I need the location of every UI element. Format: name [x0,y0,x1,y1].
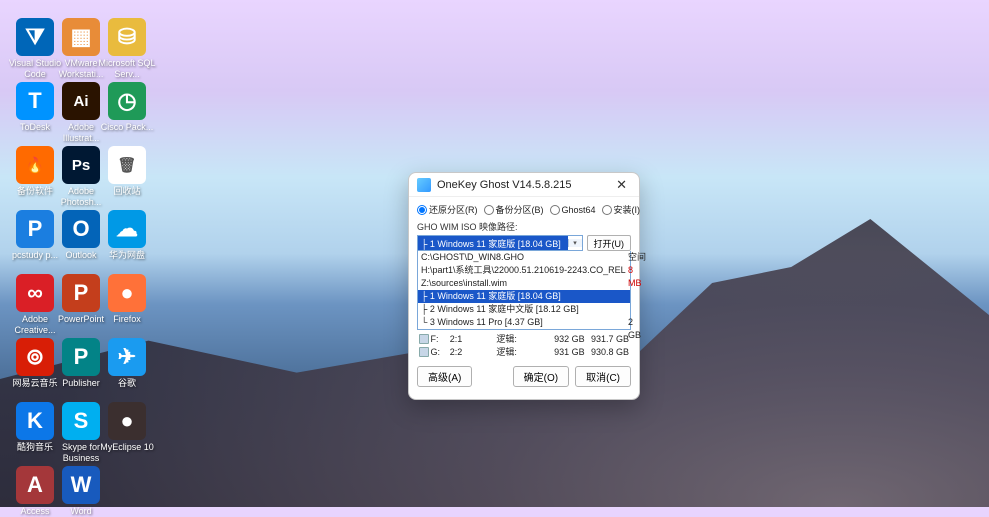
app-icon-glyph: ◷ [108,82,146,120]
app-icon-glyph: ⧩ [16,18,54,56]
desktop-icon-label: Outlook [65,250,96,261]
combobox-selected: ├ 1 Windows 11 家庭版 [18.04 GB] [418,236,568,250]
partition-total: 932 GB [536,334,584,344]
partition-num: 2:2 [450,347,477,357]
cancel-button[interactable]: 取消(C) [575,366,631,387]
app-icon-glyph: ⊚ [16,338,54,376]
app-icon-glyph: T [16,82,54,120]
dialog-titlebar[interactable]: OneKey Ghost V14.5.8.215 ✕ [409,173,639,197]
dropdown-item[interactable]: H:\part1\系统工具\22000.51.210619-2243.CO_RE… [418,264,630,277]
disk-icon [419,347,429,357]
desktop-icon-label: Firefox [113,314,141,325]
app-icon [417,178,431,192]
mode-radio[interactable]: 备份分区(B) [484,203,544,216]
desktop-icon-label: ToDesk [20,122,50,133]
desktop-icon-label: Microsoft SQL Serv... [96,58,158,80]
mode-radio-row: 还原分区(R)备份分区(B)Ghost64安装(I) [417,203,631,216]
radio-label: 安装(I) [614,203,641,216]
desktop-icon[interactable]: ◷ Cisco Pack... [96,82,158,133]
app-icon-glyph: ● [108,402,146,440]
partition-num: 2:1 [450,334,477,344]
open-button[interactable]: 打开(U) [587,235,632,251]
app-icon-glyph: O [62,210,100,248]
ok-button[interactable]: 确定(O) [513,366,569,387]
radio-label: 还原分区(R) [429,203,478,216]
desktop-icon[interactable]: ☁ 华为网盘 [96,210,158,261]
desktop-icon-label: 谷歌 [118,378,136,389]
desktop-icon[interactable]: 🗑 回收站 [96,146,158,197]
app-icon-glyph: Ai [62,82,100,120]
dropdown-item[interactable]: ├ 1 Windows 11 家庭版 [18.04 GB] [418,290,630,303]
app-icon-glyph: W [62,466,100,504]
desktop-icon[interactable]: ⛁Microsoft SQL Serv... [96,18,158,80]
radio-label: Ghost64 [562,205,596,215]
partition-row[interactable]: G:2:2逻辑:931 GB930.8 GB [417,345,631,358]
desktop-icon[interactable]: ✈ 谷歌 [96,338,158,389]
desktop-icon[interactable]: W Word [50,466,112,517]
partition-free: 931.7 GB [585,334,631,344]
app-icon-glyph: P [62,338,100,376]
app-icon-glyph: P [16,210,54,248]
app-icon-glyph: ⛁ [108,18,146,56]
advanced-button[interactable]: 高级(A) [417,366,472,387]
partition-label: 逻辑: [477,345,537,358]
app-icon-glyph: 🗑 [108,146,146,184]
dropdown-item[interactable]: Z:\sources\install.wim [418,277,630,290]
app-icon-glyph: S [62,402,100,440]
chevron-down-icon[interactable]: ▾ [568,239,582,247]
partition-total: 931 GB [536,347,584,357]
desktop-icon[interactable]: ● Firefox [96,274,158,325]
app-icon-glyph: K [16,402,54,440]
partition-letter: F: [430,334,449,344]
app-icon-glyph: ● [108,274,146,312]
app-icon-glyph: P [62,274,100,312]
desktop-icon-label: 备份软件 [17,186,53,197]
desktop-icon-label: 回收站 [113,186,140,197]
app-icon-glyph: ∞ [16,274,54,312]
app-icon-glyph: 🔥 [16,146,54,184]
mode-radio[interactable]: 还原分区(R) [417,203,478,216]
desktop-icon-label: Word [70,506,91,517]
desktop-icon-label: Access [20,506,49,517]
partition-free: 930.8 GB [585,347,631,357]
desktop-icon-label: Publisher [62,378,100,389]
dropdown-item[interactable]: C:\GHOST\D_WIN8.GHO [418,251,630,264]
desktop-icon-label: 华为网盘 [109,250,145,261]
desktop-icon[interactable]: ● MyEclipse 10 [96,402,158,453]
app-icon-glyph: A [16,466,54,504]
app-icon-glyph: ▦ [62,18,100,56]
onekey-ghost-dialog: OneKey Ghost V14.5.8.215 ✕ 还原分区(R) 备份分区(B… [408,172,640,400]
partition-table: F:2:1逻辑:932 GB931.7 GBG:2:2逻辑:931 GB930.… [417,332,631,358]
desktop-icon-label: 酷狗音乐 [17,442,53,453]
close-icon[interactable]: ✕ [612,177,631,193]
partition-row[interactable]: F:2:1逻辑:932 GB931.7 GB [417,332,631,345]
image-path-combobox[interactable]: ├ 1 Windows 11 家庭版 [18.04 GB] ▾ [417,235,583,251]
app-icon-glyph: ☁ [108,210,146,248]
desktop-icon-label: MyEclipse 10 [100,442,154,453]
app-icon-glyph: ✈ [108,338,146,376]
dialog-title: OneKey Ghost V14.5.8.215 [437,179,612,191]
partition-letter: G: [430,347,449,357]
dropdown-item[interactable]: └ 3 Windows 11 Pro [4.37 GB] [418,316,630,329]
image-dropdown-list[interactable]: 空间 8 MB 2 GB C:\GHOST\D_WIN8.GHOH:\part1… [417,251,631,330]
disk-icon [419,334,429,344]
image-path-label: GHO WIM ISO 映像路径: [417,220,631,233]
side-values: 空间 8 MB 2 GB [628,251,648,342]
dropdown-item[interactable]: ├ 2 Windows 11 家庭中文版 [18.12 GB] [418,303,630,316]
app-icon-glyph: Ps [62,146,100,184]
desktop-icon-label: Cisco Pack... [101,122,154,133]
mode-radio[interactable]: Ghost64 [550,203,596,216]
partition-label: 逻辑: [477,332,537,345]
radio-label: 备份分区(B) [496,203,544,216]
mode-radio[interactable]: 安装(I) [602,203,641,216]
